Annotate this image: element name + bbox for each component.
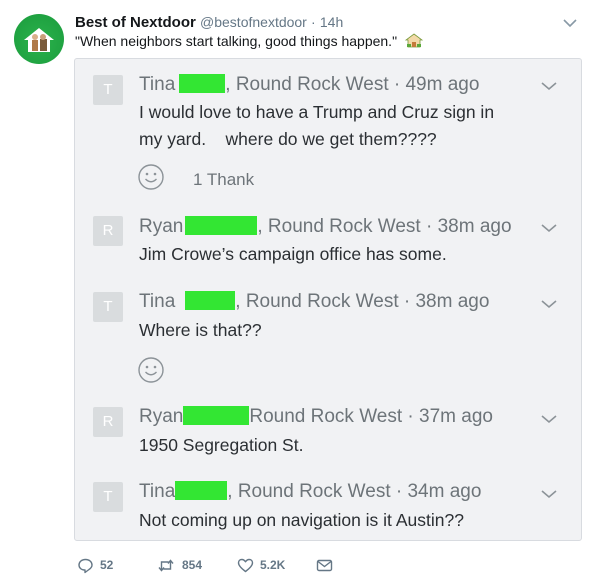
separator: · [311, 14, 316, 30]
tweet: Best of Nextdoor @bestofnextdoor · 14h "… [0, 0, 589, 585]
comment-time: 38m ago [437, 216, 512, 237]
comment-body: I would love to have a Trump and Cruz si… [139, 99, 494, 153]
like-button[interactable]: 5.2K [237, 552, 285, 578]
comment-time: 38m ago [415, 291, 490, 312]
redaction [179, 74, 226, 93]
chevron-down-icon[interactable] [563, 18, 577, 28]
avatar[interactable]: R [93, 216, 123, 246]
comment-meta: Ryan Round Rock West · 37m ago [139, 406, 493, 428]
retweet-button[interactable]: 854 [156, 552, 202, 578]
retweet-count: 854 [182, 558, 203, 572]
comment-meta: Ryan , Round Rock West · 38m ago [139, 216, 512, 238]
redaction [185, 216, 258, 235]
chevron-down-icon[interactable] [541, 223, 557, 233]
comment-meta: Tina , Round Rock West · 38m ago [139, 291, 489, 313]
comment-line: my yard. where do we get them???? [139, 129, 437, 149]
chevron-down-icon[interactable] [541, 489, 557, 499]
mail-icon [316, 559, 333, 571]
heart-icon [237, 558, 254, 572]
avatar[interactable]: T [93, 75, 123, 105]
reply-icon [78, 558, 93, 573]
chevron-down-icon[interactable] [541, 81, 557, 91]
separator: · [388, 74, 406, 95]
comment-line: Where is that?? [139, 320, 262, 340]
avatar[interactable]: T [93, 482, 123, 512]
comment-meta: Tina , Round Rock West · 49m ago [139, 74, 479, 96]
house-icon [24, 28, 54, 52]
separator: · [402, 406, 420, 427]
comment-body: 1950 Segregation St. [139, 432, 303, 459]
like-count: 5.2K [260, 558, 286, 572]
retweet-icon [158, 558, 174, 572]
separator: · [398, 291, 416, 312]
location: , Round Rock West [235, 291, 399, 312]
separator: · [390, 481, 408, 502]
location: , Round Rock West [225, 74, 389, 95]
smiley-icon[interactable] [137, 356, 165, 384]
avatar[interactable]: T [93, 292, 123, 322]
chevron-down-icon[interactable] [541, 299, 557, 309]
reply-button[interactable]: 52 [77, 552, 113, 578]
tweet-header: Best of Nextdoor @bestofnextdoor · 14h [75, 14, 343, 31]
tweet-text: "When neighbors start talking, good thin… [75, 33, 423, 49]
reply-count: 52 [100, 558, 114, 572]
comment-time: 37m ago [419, 406, 493, 427]
house-emoji-icon [404, 33, 423, 48]
comment-time: 34m ago [407, 481, 482, 502]
comment-body: Jim Crowe’s campaign office has some. [139, 241, 447, 268]
handle[interactable]: @bestofnextdoor [200, 14, 307, 30]
tweet-actions: 52 854 5.2K [0, 552, 589, 578]
author-name[interactable]: Tina [139, 291, 175, 312]
chevron-down-icon[interactable] [541, 414, 557, 424]
profile-avatar[interactable] [14, 14, 64, 64]
display-name[interactable]: Best of Nextdoor [75, 14, 196, 31]
comment-body: Where is that?? [139, 317, 262, 344]
comment-line: 1950 Segregation St. [139, 435, 304, 455]
comment-meta: Tina , Round Rock West · 34m ago [139, 481, 481, 503]
screenshot-card: T Tina , Round Rock West · 49m ago I woul… [74, 58, 582, 541]
separator: · [420, 216, 438, 237]
location: , Round Rock West [227, 481, 391, 502]
author-name[interactable]: Ryan [139, 406, 183, 427]
smiley-icon[interactable] [137, 163, 165, 191]
avatar[interactable]: R [93, 407, 123, 437]
comment-line: Jim Crowe’s campaign office has some. [139, 244, 447, 264]
redaction [183, 406, 250, 425]
comment-line: Not coming up on navigation is it Austin… [139, 510, 464, 530]
author-name[interactable]: Tina [139, 481, 175, 502]
redaction [175, 481, 228, 500]
comment-time: 49m ago [405, 74, 480, 95]
location: Round Rock West [249, 406, 403, 427]
tweet-text-body: "When neighbors start talking, good thin… [75, 33, 398, 49]
direct-message-button[interactable] [316, 552, 333, 578]
author-name[interactable]: Ryan [139, 216, 183, 237]
comment-body: Not coming up on navigation is it Austin… [139, 507, 464, 534]
location: , Round Rock West [257, 216, 421, 237]
thank-count[interactable]: 1 Thank [193, 170, 254, 190]
author-name[interactable]: Tina [139, 74, 175, 95]
redaction [185, 291, 236, 310]
timestamp[interactable]: 14h [320, 14, 343, 30]
comment-line: I would love to have a Trump and Cruz si… [139, 102, 495, 122]
